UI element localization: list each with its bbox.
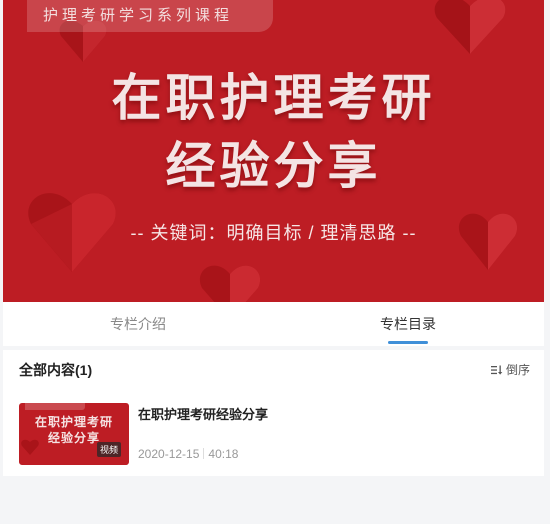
item-date: 2020-12-15 <box>138 447 200 461</box>
section-title: 全部内容(1) <box>19 362 93 378</box>
course-banner: 护理考研学习系列课程 在职护理考研 经验分享 -- 关键词：明确目标 / 理清思… <box>3 0 544 302</box>
sort-label: 倒序 <box>505 363 530 377</box>
sort-button[interactable]: 倒序 <box>490 361 530 378</box>
item-duration: 40:18 <box>208 447 239 461</box>
divider <box>203 448 205 459</box>
video-badge: 视频 <box>96 442 121 457</box>
tab-bar: 专栏介绍 专栏目录 <box>3 302 544 346</box>
tab-catalog[interactable]: 专栏目录 <box>333 302 483 346</box>
list-item[interactable]: 在职护理考研 经验分享 视频 在职护理考研经验分享 2020-12-15 40:1… <box>19 403 529 465</box>
heart-icon <box>21 439 39 455</box>
item-meta: 2020-12-15 40:18 <box>138 447 238 461</box>
banner-keywords: -- 关键词：明确目标 / 理清思路 -- <box>130 223 417 243</box>
banner-title-line1: 在职护理考研 <box>111 70 436 126</box>
heart-icon <box>200 265 260 302</box>
catalog-panel: 全部内容(1) 倒序 在职护理考研 经验分享 视频 在职护理考研经验分享 202… <box>3 350 544 476</box>
active-tab-indicator <box>388 341 428 344</box>
item-title[interactable]: 在职护理考研经验分享 <box>138 404 268 423</box>
sort-icon <box>490 365 503 375</box>
video-thumbnail[interactable]: 在职护理考研 经验分享 视频 <box>19 403 129 465</box>
heart-icon <box>434 0 506 54</box>
tab-intro[interactable]: 专栏介绍 <box>63 302 213 346</box>
banner-title-line2: 经验分享 <box>165 138 382 194</box>
thumb-title-line1: 在职护理考研 <box>34 415 113 429</box>
thumb-tag <box>25 403 85 410</box>
series-tag: 护理考研学习系列课程 <box>27 0 273 32</box>
